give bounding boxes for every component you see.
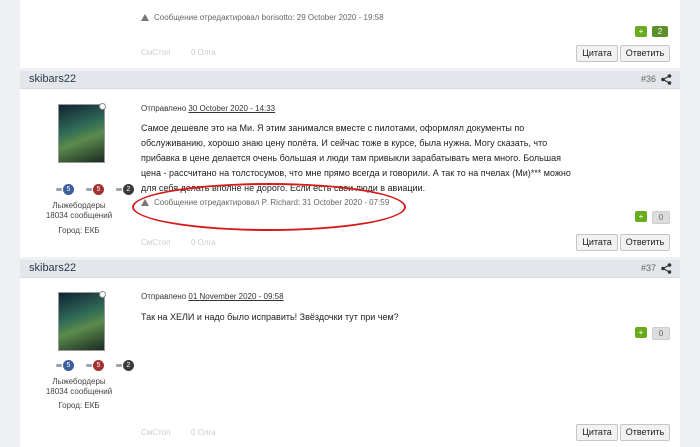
badge-red: 5 [93, 184, 104, 195]
reply-button[interactable]: Ответить [620, 234, 670, 251]
online-dot [99, 291, 106, 298]
user-city: Город: ЕКБ [58, 401, 100, 410]
badge-wing [86, 188, 92, 191]
badge-wing [56, 188, 62, 191]
post-35: Сообщение отредактировал borisotto: 29 O… [20, 0, 680, 68]
user-post-count: 18034 сообщений [45, 387, 113, 396]
badge-wing [86, 364, 92, 367]
avatar[interactable] [58, 291, 106, 351]
quote-button[interactable]: Цитата [576, 45, 618, 62]
badge-blue: 5 [63, 360, 74, 371]
badge-blue: 5 [63, 184, 74, 195]
avatar[interactable] [58, 103, 106, 163]
rep-up-button[interactable]: + [635, 26, 647, 37]
user-group: Лыжебордеры [52, 377, 106, 386]
post-date[interactable]: 30 October 2020 - 14:33 [188, 104, 275, 113]
rep-value: 0 [652, 211, 670, 224]
post-text: Так на ХЕЛИ и надо было исправить! Звёзд… [141, 312, 399, 322]
reply-button[interactable]: Ответить [620, 424, 670, 441]
post-header: skibars22 #36 [20, 71, 680, 89]
badge-wing [116, 364, 122, 367]
rep-up-button[interactable]: + [635, 211, 647, 222]
post-number[interactable]: #37 [641, 263, 656, 273]
quote-button[interactable]: Цитата [576, 234, 618, 251]
faded-link[interactable]: 0 Олга [191, 428, 216, 437]
user-post-count: 18034 сообщений [45, 211, 113, 220]
author-name[interactable]: skibars22 [29, 262, 76, 274]
share-icon[interactable] [661, 263, 672, 274]
rep-value: 0 [652, 327, 670, 340]
badge-wing [56, 364, 62, 367]
post-37: skibars22 #37 5 5 2 Лыжебордеры 18034 со… [20, 260, 680, 447]
badge-red: 5 [93, 360, 104, 371]
post-header: skibars22 #37 [20, 260, 680, 278]
highlight-oval [132, 183, 406, 231]
online-dot [99, 103, 106, 110]
post-date[interactable]: 01 November 2020 - 09:58 [188, 292, 283, 301]
user-city: Город: ЕКБ [58, 226, 100, 235]
author-name[interactable]: skibars22 [29, 73, 76, 85]
post-number[interactable]: #36 [641, 74, 656, 84]
user-group: Лыжебордеры [52, 201, 106, 210]
faded-link[interactable]: СмСтоп [141, 48, 170, 57]
badge-dark: 2 [123, 360, 134, 371]
quote-button[interactable]: Цитата [576, 424, 618, 441]
post-meta: Отправлено 30 October 2020 - 14:33 [141, 104, 276, 113]
faded-link[interactable]: 0 Олга [191, 48, 216, 57]
share-icon[interactable] [661, 74, 672, 85]
faded-link[interactable]: 0 Олга [191, 238, 216, 247]
badge-wing [116, 188, 122, 191]
badge-dark: 2 [123, 184, 134, 195]
faded-link[interactable]: СмСтоп [141, 238, 170, 247]
warning-icon [141, 14, 149, 22]
post-36: skibars22 #36 5 5 2 Лыжебордеры 18034 со… [20, 71, 680, 257]
edit-note: Сообщение отредактировал borisotto: 29 O… [141, 13, 384, 22]
rep-up-button[interactable]: + [635, 327, 647, 338]
post-meta: Отправлено 01 November 2020 - 09:58 [141, 292, 284, 301]
faded-link[interactable]: СмСтоп [141, 428, 170, 437]
reply-button[interactable]: Ответить [620, 45, 670, 62]
rep-value: 2 [652, 26, 668, 37]
